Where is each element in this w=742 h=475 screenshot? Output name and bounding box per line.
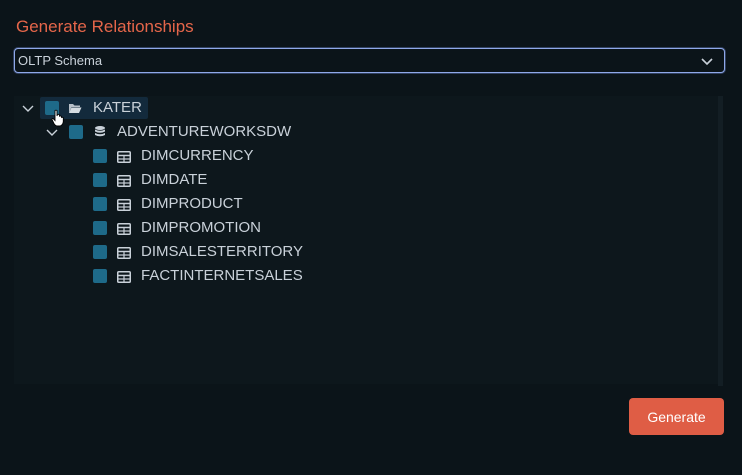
chevron-down-icon <box>701 58 713 66</box>
table-checkbox[interactable] <box>93 269 107 283</box>
table-icon <box>117 151 131 163</box>
schema-select-value: OLTP Schema <box>18 53 103 68</box>
table-icon <box>117 199 131 211</box>
database-checkbox[interactable] <box>69 125 83 139</box>
table-checkbox[interactable] <box>93 149 107 163</box>
dialog-title: Generate Relationships <box>16 17 194 36</box>
table-icon <box>117 175 131 187</box>
hand-cursor-icon <box>51 109 64 127</box>
table-checkbox[interactable] <box>93 173 107 187</box>
folder-open-icon <box>69 104 82 113</box>
chevron-down-icon[interactable] <box>22 102 34 114</box>
tree-scrollbar[interactable] <box>718 96 723 386</box>
table-label[interactable]: DIMCURRENCY <box>141 147 254 165</box>
table-label[interactable]: DIMPRODUCT <box>141 195 243 213</box>
table-label[interactable]: DIMDATE <box>141 171 207 189</box>
server-label[interactable]: KATER <box>93 99 142 117</box>
database-label[interactable]: ADVENTUREWORKSDW <box>117 123 291 141</box>
generate-button[interactable]: Generate <box>629 398 724 435</box>
schema-select[interactable]: OLTP Schema <box>14 48 725 73</box>
table-icon <box>117 247 131 259</box>
table-label[interactable]: FACTINTERNETSALES <box>141 267 303 285</box>
table-checkbox[interactable] <box>93 197 107 211</box>
chevron-down-icon[interactable] <box>46 126 58 138</box>
database-icon <box>95 126 105 137</box>
table-icon <box>117 271 131 283</box>
table-checkbox[interactable] <box>93 245 107 259</box>
table-label[interactable]: DIMPROMOTION <box>141 219 261 237</box>
table-icon <box>117 223 131 235</box>
table-label[interactable]: DIMSALESTERRITORY <box>141 243 303 261</box>
table-checkbox[interactable] <box>93 221 107 235</box>
